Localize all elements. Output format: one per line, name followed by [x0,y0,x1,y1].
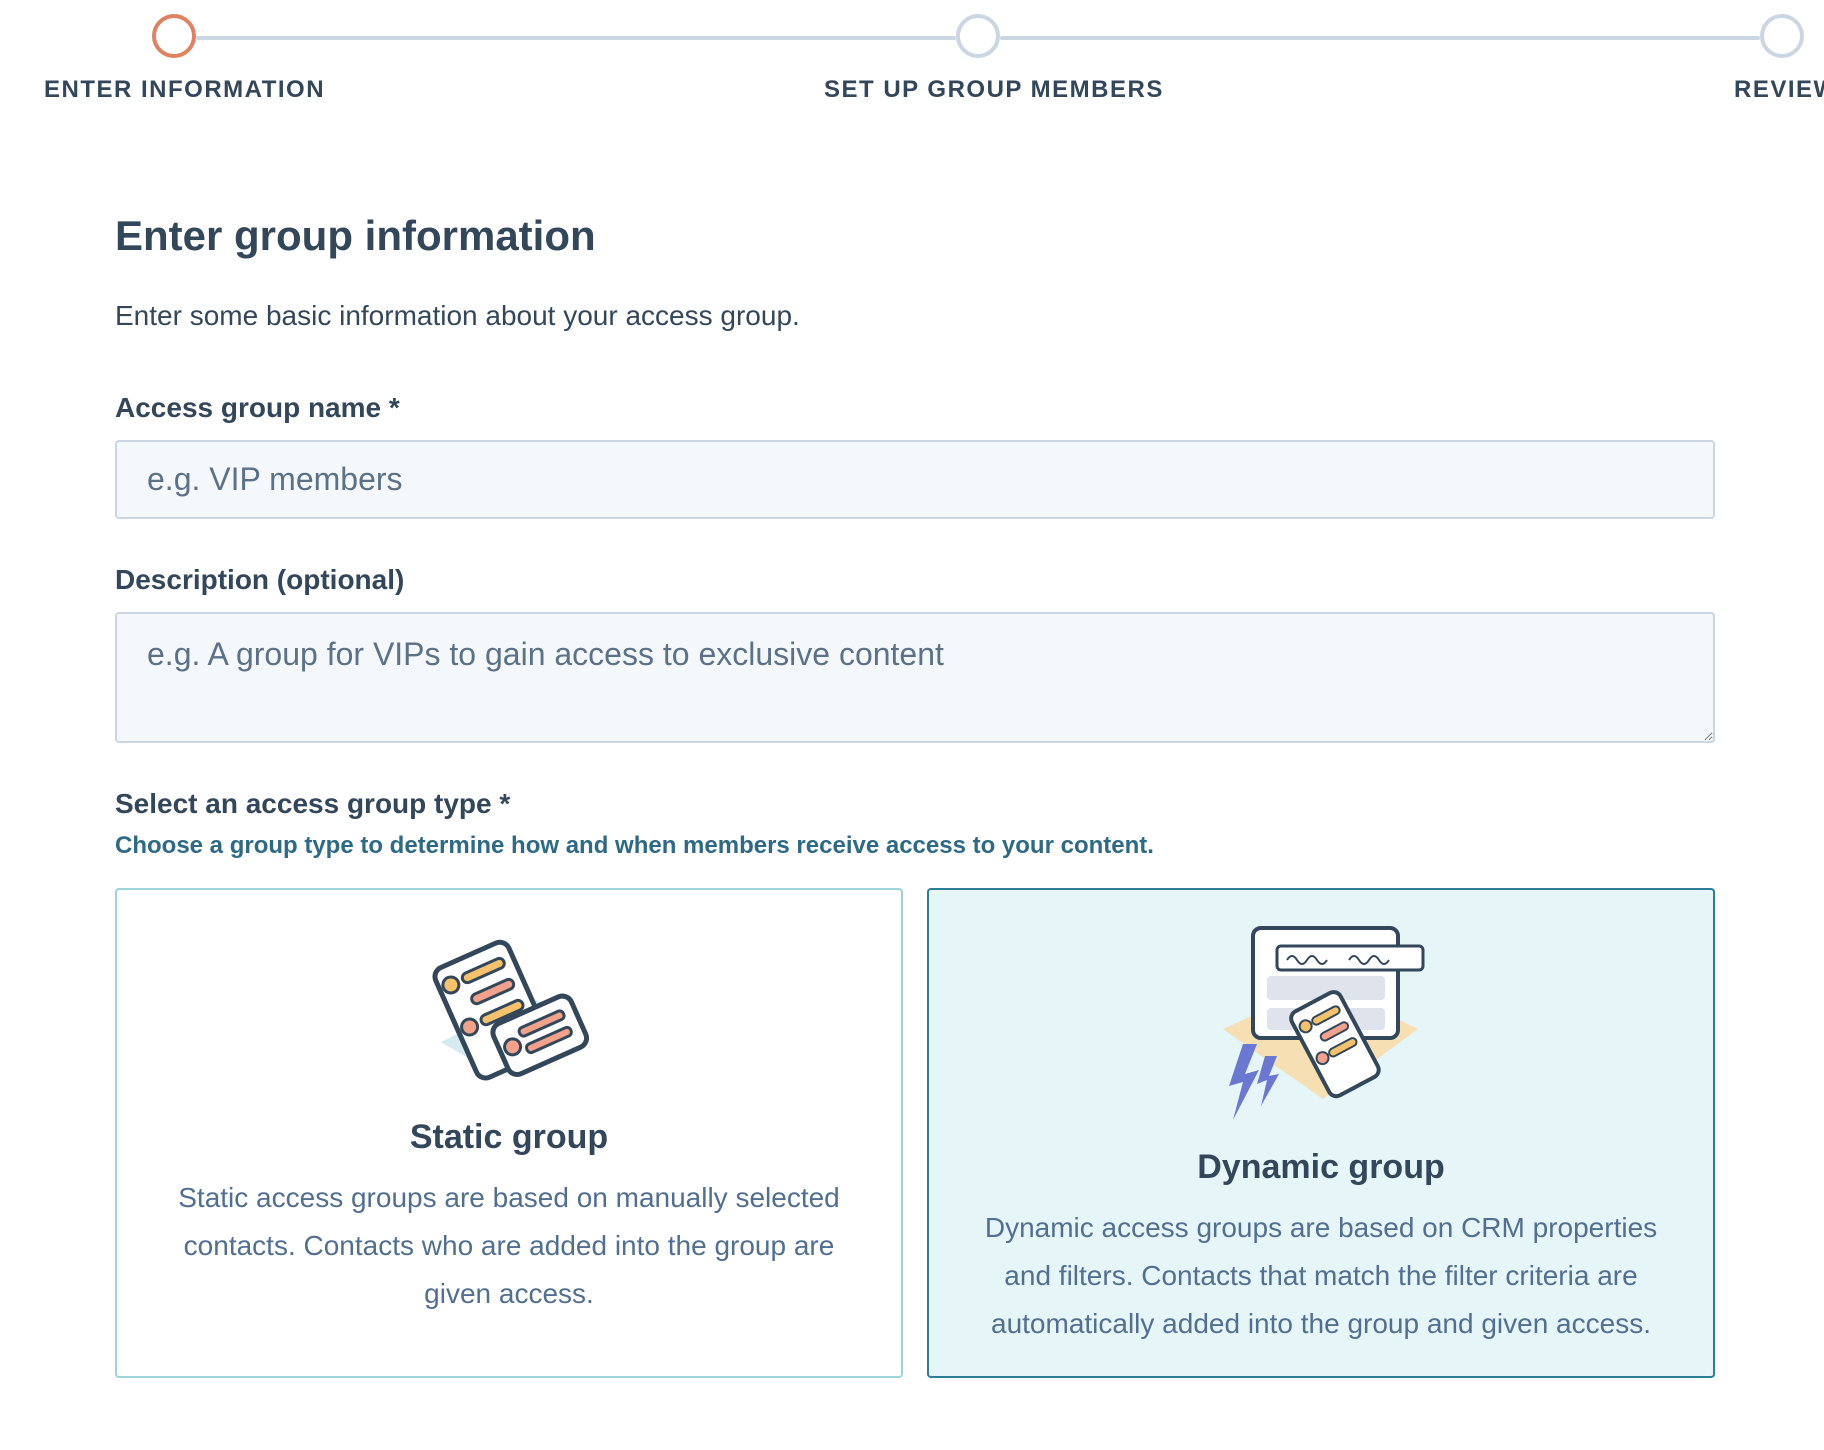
dynamic-group-title: Dynamic group [1197,1148,1445,1186]
access-group-name-input[interactable] [115,440,1715,519]
static-group-option[interactable]: Static group Static access groups are ba… [115,888,903,1378]
static-group-title: Static group [409,1118,609,1156]
access-group-name-label: Access group name * [115,392,400,423]
create-access-group-page: ENTER INFORMATION SET UP GROUP MEMBERS R… [0,0,1824,1450]
description-textarea[interactable] [115,612,1715,743]
form-intro: Enter some basic information about your … [115,300,800,331]
description-label: Description (optional) [115,564,405,595]
dynamic-group-description: Dynamic access groups are based on CRM p… [984,1212,1658,1339]
step-connector [196,36,956,40]
step-connector [1000,36,1760,40]
step-1-label[interactable]: ENTER INFORMATION [44,76,325,104]
step-1-indicator[interactable] [152,14,196,58]
group-type-help: Choose a group type to determine how and… [115,832,1154,859]
progress-stepper: ENTER INFORMATION SET UP GROUP MEMBERS R… [0,0,1824,120]
static-group-description: Static access groups are based on manual… [178,1182,840,1309]
static-group-illustration-icon [432,939,590,1081]
page-title: Enter group information [115,212,596,259]
step-2-label[interactable]: SET UP GROUP MEMBERS [824,76,1164,104]
dynamic-group-illustration-icon [1223,926,1425,1120]
dynamic-group-option[interactable]: Dynamic group Dynamic access groups are … [927,888,1715,1378]
group-type-label: Select an access group type * [115,788,511,819]
step-3-indicator[interactable] [1760,14,1804,58]
step-2-indicator[interactable] [956,14,1000,58]
step-3-label[interactable]: REVIEW [1734,76,1824,104]
